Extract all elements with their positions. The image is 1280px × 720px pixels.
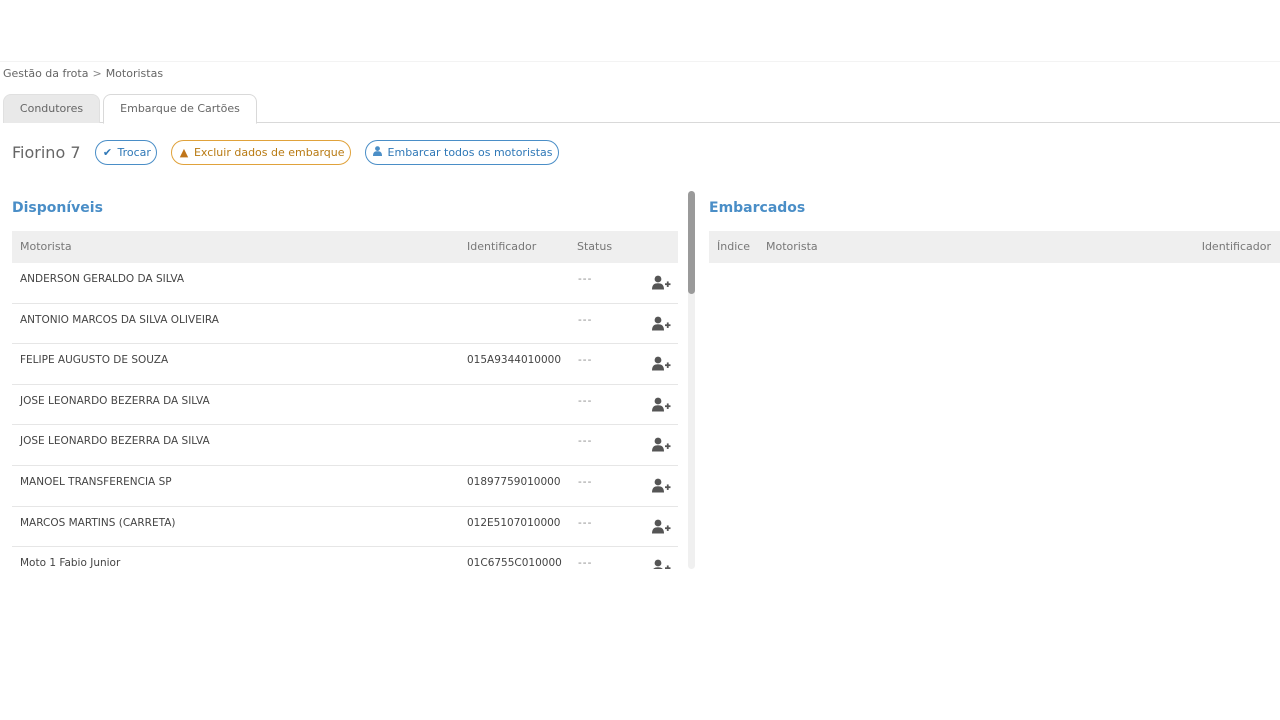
column-motorista-embarcado[interactable]: Motorista bbox=[766, 240, 818, 253]
add-driver-button[interactable] bbox=[652, 275, 672, 293]
add-driver-button[interactable] bbox=[652, 559, 672, 569]
table-row: ANTONIO MARCOS DA SILVA OLIVEIRA --- bbox=[12, 304, 678, 345]
driver-status: --- bbox=[578, 354, 593, 367]
tab-bar: Condutores Embarque de Cartões bbox=[3, 94, 1280, 124]
breadcrumb: Gestão da frota > Motoristas bbox=[3, 67, 163, 80]
user-plus-icon bbox=[652, 397, 671, 412]
driver-identifier: 012E5107010000 bbox=[467, 516, 561, 529]
driver-status: --- bbox=[578, 435, 593, 448]
available-drivers-table: Motorista Identificador Status ANDERSON … bbox=[12, 231, 678, 569]
warning-triangle-icon: ▲ bbox=[179, 145, 189, 159]
user-plus-icon bbox=[652, 356, 671, 371]
add-driver-button[interactable] bbox=[652, 316, 672, 334]
table-row: Moto 1 Fabio Junior 01C6755C010000 --- bbox=[12, 547, 678, 569]
table-row: JOSE LEONARDO BEZERRA DA SILVA --- bbox=[12, 385, 678, 426]
vehicle-name: Fiorino 7 bbox=[12, 142, 81, 162]
driver-status: --- bbox=[578, 273, 593, 285]
table-row: FELIPE AUGUSTO DE SOUZA 015A9344010000 --- bbox=[12, 344, 678, 385]
driver-name: Moto 1 Fabio Junior bbox=[20, 557, 121, 569]
column-identificador[interactable]: Identificador bbox=[467, 240, 536, 253]
add-driver-button[interactable] bbox=[652, 356, 672, 374]
driver-name: MARCOS MARTINS (CARRETA) bbox=[20, 516, 176, 529]
driver-status: --- bbox=[578, 394, 593, 407]
table-row: ANDERSON GERALDO DA SILVA --- bbox=[12, 263, 678, 304]
scrollbar[interactable] bbox=[688, 191, 695, 569]
user-plus-icon bbox=[653, 559, 671, 569]
column-identificador-embarcado[interactable]: Identificador bbox=[1202, 240, 1271, 253]
driver-identifier: 015A9344010000 bbox=[467, 354, 562, 367]
driver-name: ANDERSON GERALDO DA SILVA bbox=[20, 273, 185, 285]
add-driver-button[interactable] bbox=[652, 437, 672, 455]
disponiveis-title: Disponíveis bbox=[12, 200, 103, 216]
column-indice[interactable]: Índice bbox=[717, 240, 750, 253]
excluir-dados-button[interactable]: ▲ Excluir dados de embarque bbox=[170, 139, 351, 165]
breadcrumb-parent[interactable]: Gestão da frota bbox=[3, 67, 88, 80]
driver-name: FELIPE AUGUSTO DE SOUZA bbox=[20, 354, 169, 367]
driver-name: JOSE LEONARDO BEZERRA DA SILVA bbox=[20, 435, 210, 448]
driver-status: --- bbox=[578, 475, 593, 488]
column-status[interactable]: Status bbox=[577, 240, 612, 253]
driver-name: JOSE LEONARDO BEZERRA DA SILVA bbox=[20, 394, 210, 407]
available-table-body: ANDERSON GERALDO DA SILVA --- ANTONIO MARC… bbox=[12, 263, 678, 569]
driver-identifier: 01897759010000 bbox=[467, 475, 561, 488]
embarked-table-header: Índice Motorista Identificador bbox=[709, 231, 1280, 263]
table-row: JOSE LEONARDO BEZERRA DA SILVA --- bbox=[12, 425, 678, 466]
column-motorista[interactable]: Motorista bbox=[20, 240, 72, 253]
embarcados-title: Embarcados bbox=[709, 200, 806, 216]
driver-identifier: 01C6755C010000 bbox=[467, 557, 562, 569]
table-row: MARCOS MARTINS (CARRETA) 012E5107010000 --… bbox=[12, 507, 678, 548]
driver-status: --- bbox=[578, 516, 593, 529]
user-icon bbox=[371, 145, 385, 159]
available-table-header: Motorista Identificador Status bbox=[12, 231, 678, 263]
driver-status: --- bbox=[578, 313, 593, 326]
tab-embarque-de-cartoes[interactable]: Embarque de Cartões bbox=[103, 94, 257, 124]
user-plus-icon bbox=[652, 437, 671, 452]
breadcrumb-current: Motoristas bbox=[105, 67, 164, 80]
driver-name: MANOEL TRANSFERENCIA SP bbox=[20, 475, 172, 488]
trocar-button[interactable]: ✔ Trocar bbox=[94, 139, 157, 165]
top-divider bbox=[0, 61, 1280, 62]
user-plus-icon bbox=[652, 275, 671, 290]
add-driver-button[interactable] bbox=[652, 397, 672, 415]
table-row: MANOEL TRANSFERENCIA SP 01897759010000 --- bbox=[12, 466, 678, 507]
excluir-dados-label: Excluir dados de embarque bbox=[193, 145, 345, 159]
embarcar-todos-label: Embarcar todos os motoristas bbox=[387, 145, 553, 159]
add-driver-button[interactable] bbox=[652, 478, 672, 496]
driver-status: --- bbox=[578, 557, 593, 569]
vehicle-toolbar: Fiorino 7 ✔ Trocar ▲ Excluir dados de em… bbox=[12, 139, 573, 165]
embarcar-todos-button[interactable]: Embarcar todos os motoristas bbox=[364, 139, 559, 165]
scrollbar-thumb[interactable] bbox=[688, 191, 695, 294]
user-plus-icon bbox=[652, 316, 671, 331]
user-plus-icon bbox=[652, 519, 671, 534]
tab-condutores[interactable]: Condutores bbox=[3, 94, 100, 123]
check-icon: ✔ bbox=[102, 145, 113, 159]
breadcrumb-separator: > bbox=[92, 67, 102, 80]
user-plus-icon bbox=[652, 478, 671, 493]
add-driver-button[interactable] bbox=[652, 519, 672, 537]
driver-name: ANTONIO MARCOS DA SILVA OLIVEIRA bbox=[20, 313, 219, 326]
trocar-label: Trocar bbox=[117, 145, 151, 159]
